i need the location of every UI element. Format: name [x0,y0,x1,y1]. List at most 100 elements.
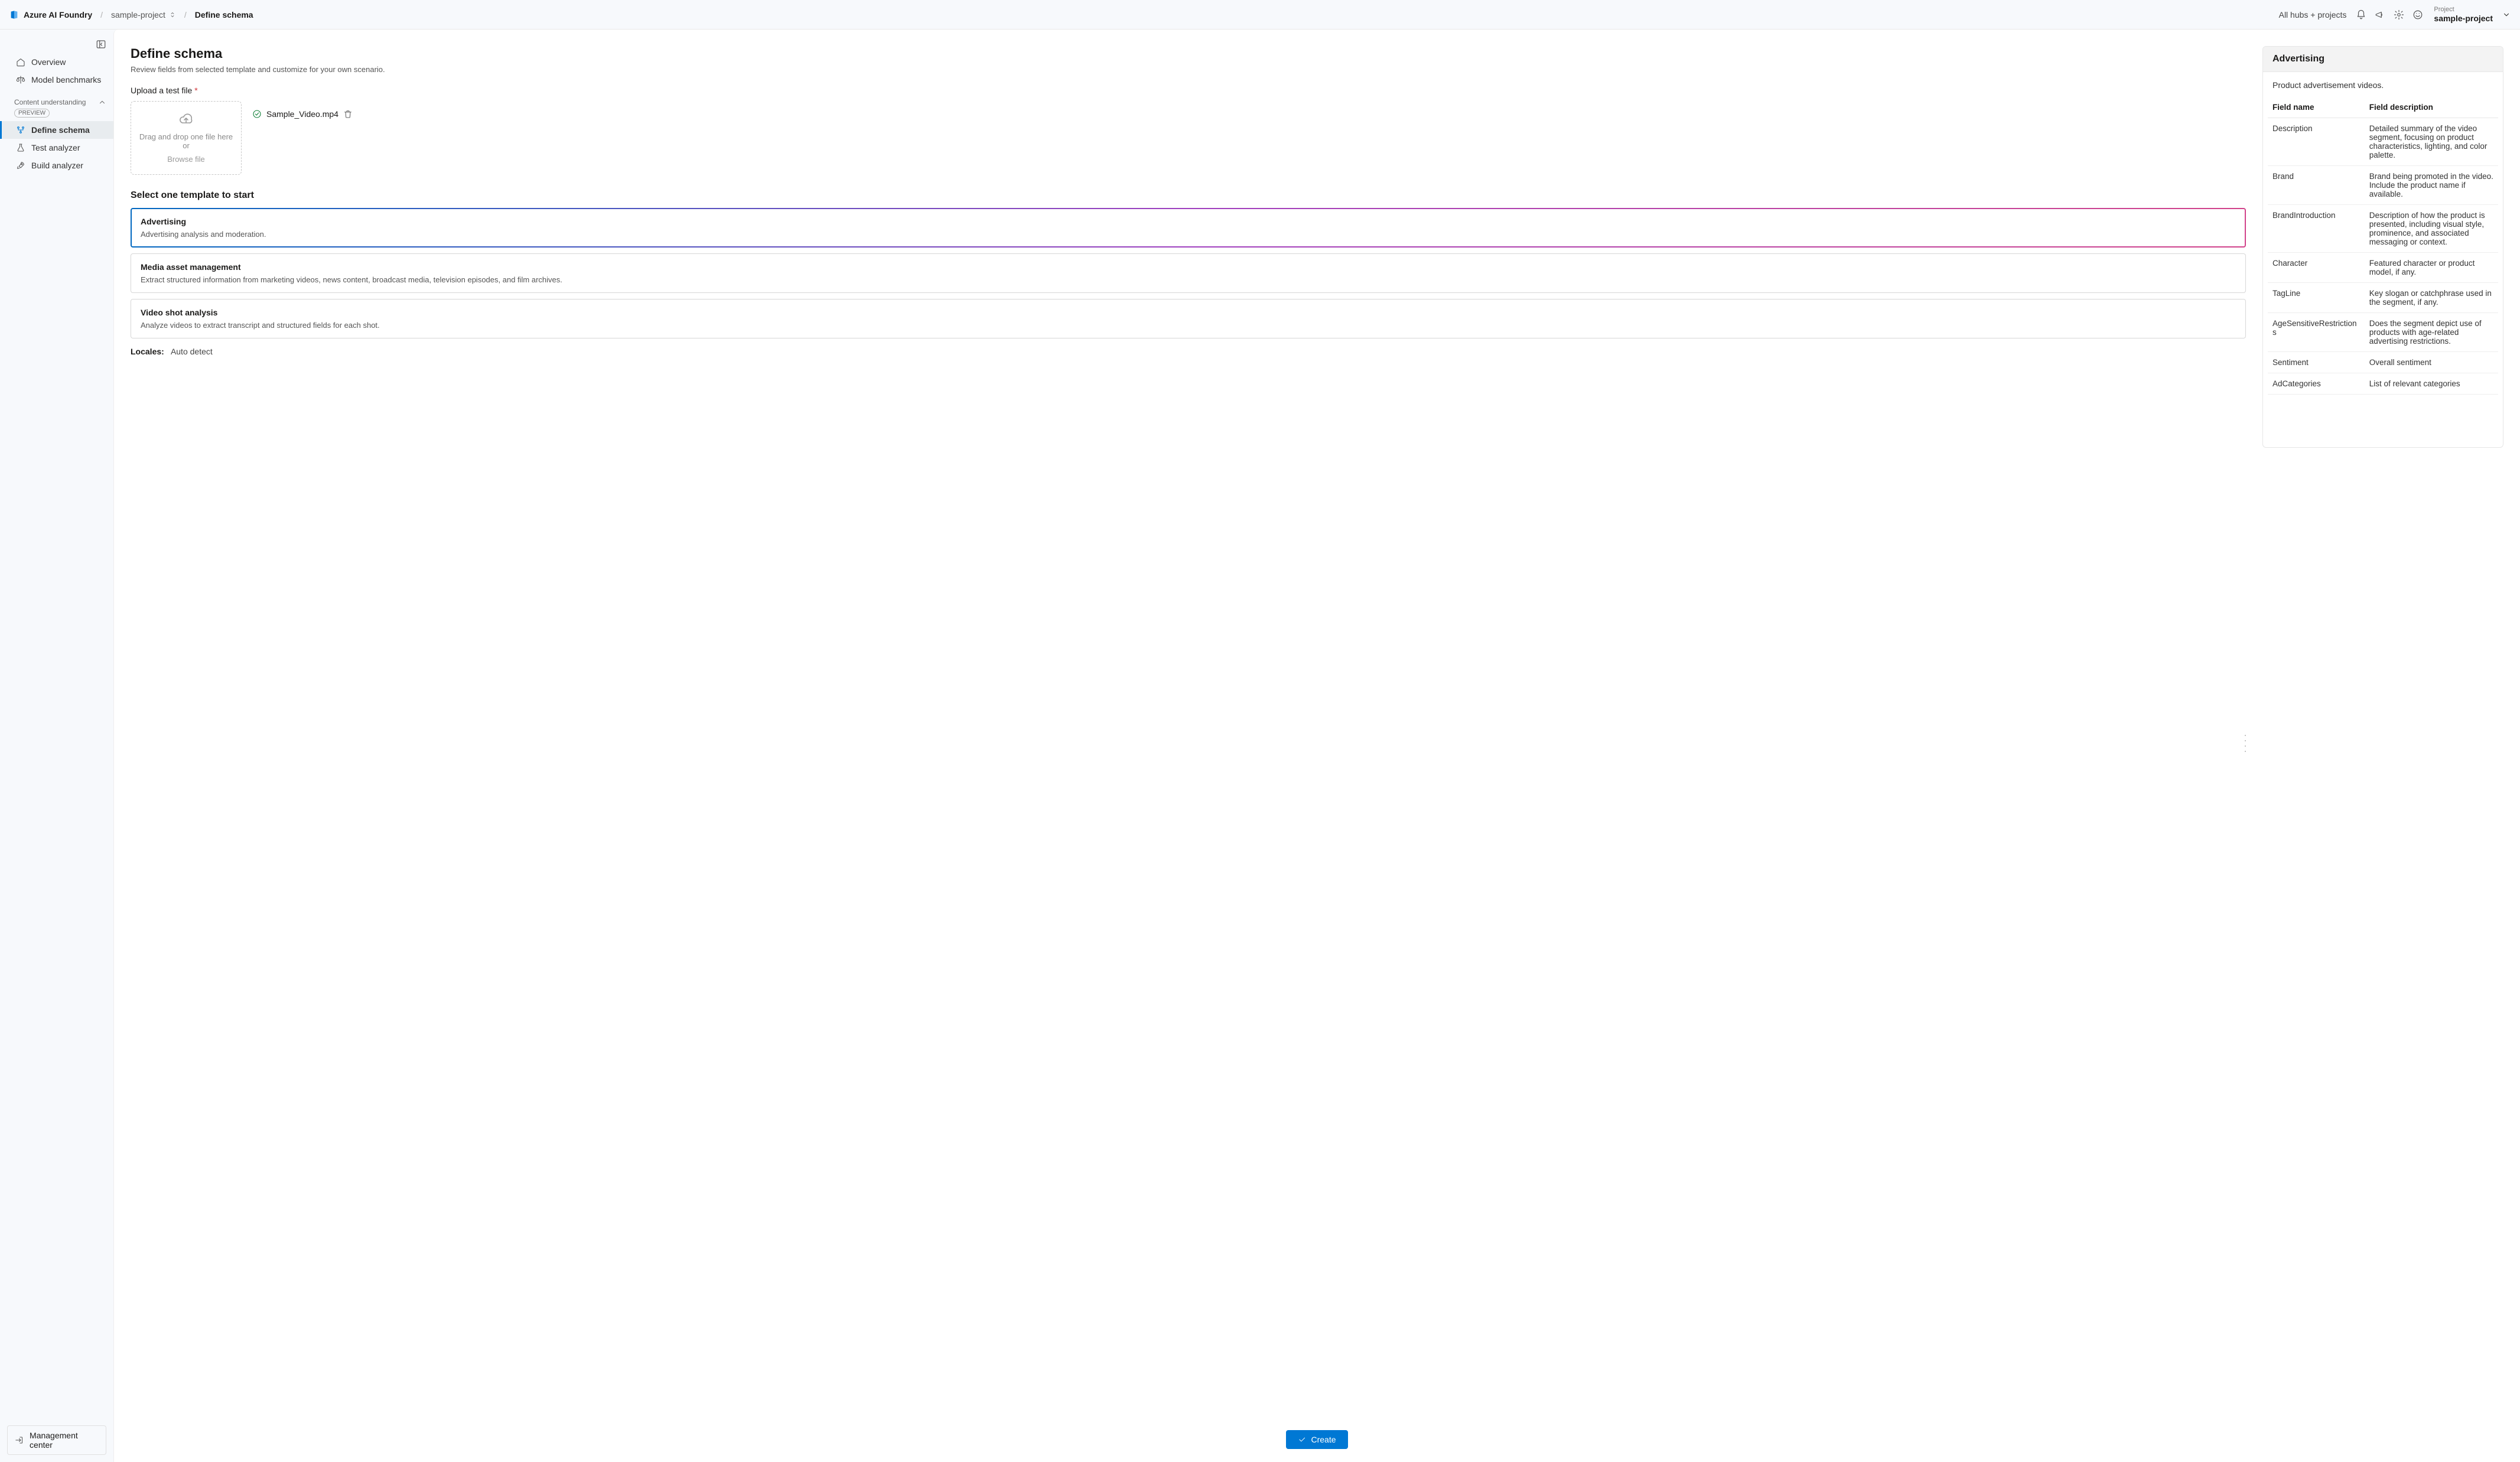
brand-label: Azure AI Foundry [24,10,92,19]
field-name-cell: Sentiment [2268,352,2365,373]
chevron-down-icon [2502,11,2511,19]
chevron-up-icon [98,98,106,106]
sidebar-item-label: Overview [31,57,66,67]
table-row: TagLineKey slogan or catchphrase used in… [2268,283,2498,313]
brand[interactable]: Azure AI Foundry [9,10,92,19]
template-desc: Advertising analysis and moderation. [141,230,2236,239]
megaphone-icon[interactable] [2375,9,2385,20]
create-button[interactable]: Create [1286,1430,1347,1449]
field-name-cell: Character [2268,253,2365,283]
all-hubs-link[interactable]: All hubs + projects [2279,10,2347,19]
gear-icon[interactable] [2394,9,2404,20]
template-title: Advertising [141,217,2236,226]
field-table: Field name Field description Description… [2263,93,2503,402]
col-field-desc: Field description [2365,97,2498,118]
table-row: CharacterFeatured character or product m… [2268,253,2498,283]
field-name-cell: Description [2268,118,2365,166]
uploaded-file-name: Sample_Video.mp4 [266,109,338,119]
dropzone-browse[interactable]: Browse file [137,155,235,164]
field-name-cell: AdCategories [2268,373,2365,395]
check-icon [1298,1435,1306,1444]
template-card[interactable]: Advertising Advertising analysis and mode… [131,208,2246,248]
field-desc-cell: Key slogan or catchphrase used in the se… [2365,283,2498,313]
table-row: AgeSensitiveRestrictionsDoes the segment… [2268,313,2498,352]
table-row: BrandIntroductionDescription of how the … [2268,205,2498,253]
template-card[interactable]: Media asset management Extract structured… [131,253,2246,293]
template-title: Video shot analysis [141,308,2236,317]
breadcrumb-project-label: sample-project [111,10,165,19]
detail-panel: Advertising Product advertisement videos… [2262,46,2503,448]
field-desc-cell: Overall sentiment [2365,352,2498,373]
col-field-name: Field name [2268,97,2365,118]
home-icon [16,57,25,67]
detail-column: Advertising Product advertisement videos… [2262,46,2503,1419]
field-desc-cell: Featured character or product model, if … [2365,253,2498,283]
breadcrumb-separator: / [100,10,103,19]
field-desc-cell: Brand being promoted in the video. Inclu… [2365,166,2498,205]
content-column: Define schema Review fields from selecte… [131,46,2246,1419]
sidebar-item-overview[interactable]: Overview [0,53,113,71]
dropzone-text: Drag and drop one file here or [137,132,235,150]
template-title: Media asset management [141,262,2236,272]
breadcrumb-project[interactable]: sample-project [111,10,176,19]
cloud-upload-icon [179,112,193,126]
locales-value: Auto detect [171,347,213,356]
rocket-icon [16,161,25,170]
smiley-icon[interactable] [2412,9,2423,20]
detail-title: Advertising [2263,47,2503,72]
management-center-button[interactable]: Management center [7,1425,106,1455]
preview-badge: PREVIEW [14,109,50,118]
sidebar-item-label: Build analyzer [31,161,83,170]
upload-dropzone[interactable]: Drag and drop one file here or Browse fi… [131,101,242,175]
sidebar-item-model-benchmarks[interactable]: Model benchmarks [0,71,113,89]
locales-row: Locales: Auto detect [131,347,2246,356]
footer-bar: Create [114,1419,2520,1462]
trash-icon[interactable] [343,109,353,119]
detail-subtitle: Product advertisement videos. [2263,72,2503,93]
scale-icon [16,75,25,84]
project-switcher-label: Project [2434,6,2493,13]
sidebar-item-build-analyzer[interactable]: Build analyzer [0,157,113,174]
check-circle-icon [252,109,262,119]
main-panel: Define schema Review fields from selecte… [113,30,2520,1462]
table-row: SentimentOverall sentiment [2268,352,2498,373]
template-list: Advertising Advertising analysis and mode… [131,208,2246,338]
breadcrumb-current: Define schema [195,10,253,19]
exit-icon [15,1435,24,1445]
top-bar: Azure AI Foundry / sample-project / Defi… [0,0,2520,30]
table-row: AdCategoriesList of relevant categories [2268,373,2498,395]
breadcrumb-separator: / [184,10,187,19]
collapse-sidebar-icon[interactable] [96,39,106,50]
table-row: BrandBrand being promoted in the video. … [2268,166,2498,205]
field-name-cell: TagLine [2268,283,2365,313]
project-switcher-value: sample-project [2434,14,2493,23]
uploaded-file-chip: Sample_Video.mp4 [252,101,353,119]
create-button-label: Create [1311,1435,1336,1444]
page-subtitle: Review fields from selected template and… [131,65,2246,74]
field-desc-cell: Does the segment depict use of products … [2365,313,2498,352]
sidebar-group-content-understanding[interactable]: Content understanding PREVIEW [0,89,113,121]
field-name-cell: BrandIntroduction [2268,205,2365,253]
sidebar-item-define-schema[interactable]: Define schema [0,121,113,139]
flask-icon [16,143,25,152]
project-switcher[interactable]: Project sample-project [2434,6,2511,22]
sidebar-item-label: Model benchmarks [31,75,101,84]
page-title: Define schema [131,46,2246,61]
field-desc-cell: Detailed summary of the video segment, f… [2365,118,2498,166]
schema-icon [16,125,25,135]
field-name-cell: Brand [2268,166,2365,205]
management-center-label: Management center [30,1431,99,1450]
upload-label: Upload a test file* [131,86,2246,95]
select-template-heading: Select one template to start [131,190,2246,201]
sidebar-group-label: Content understanding [14,98,86,106]
sidebar-item-label: Test analyzer [31,143,80,152]
sidebar-item-test-analyzer[interactable]: Test analyzer [0,139,113,157]
bell-icon[interactable] [2356,9,2366,20]
resize-handle[interactable] [2244,733,2247,754]
sidebar: Overview Model benchmarks Content unders… [0,30,113,1462]
template-desc: Extract structured information from mark… [141,275,2236,284]
sidebar-item-label: Define schema [31,125,90,135]
template-card[interactable]: Video shot analysis Analyze videos to ext… [131,299,2246,338]
template-desc: Analyze videos to extract transcript and… [141,321,2236,330]
chevron-updown-icon [169,11,176,18]
